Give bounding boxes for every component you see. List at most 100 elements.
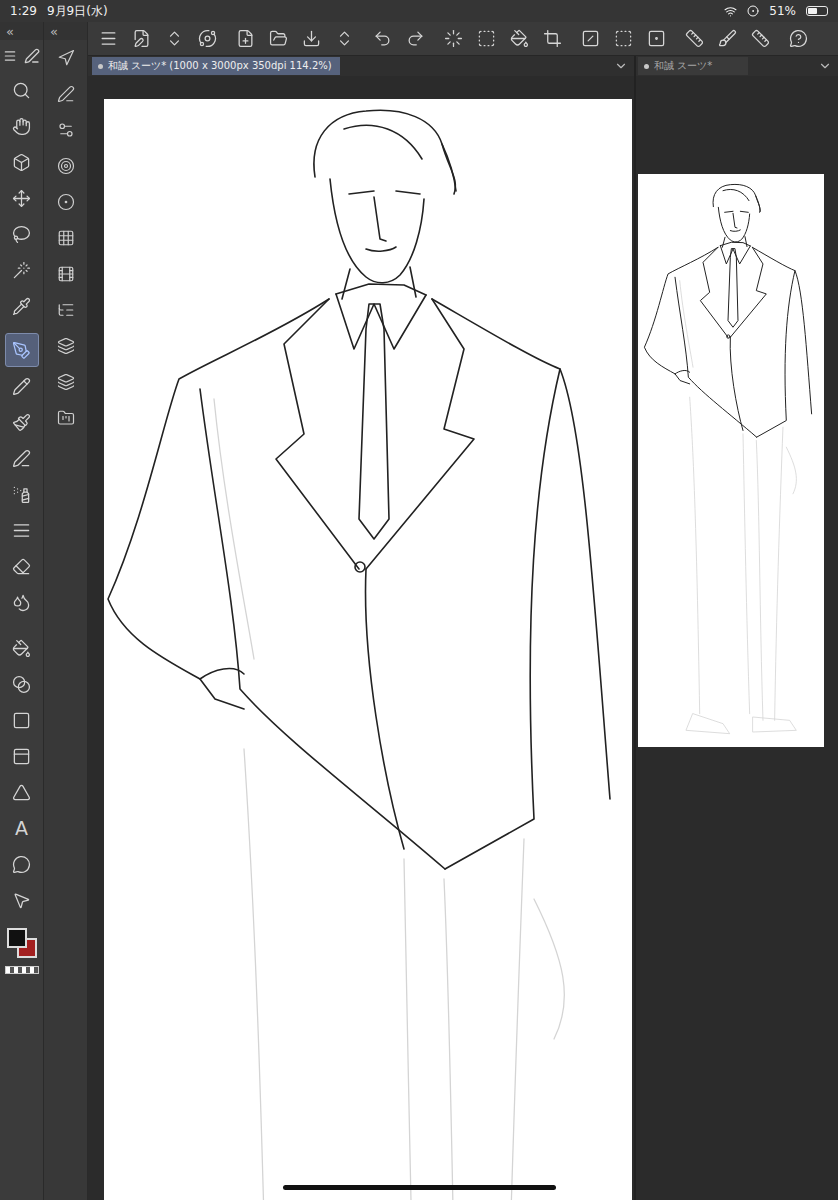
tool-button[interactable] bbox=[5, 667, 39, 701]
lasso-icon bbox=[12, 225, 31, 244]
lines-icon bbox=[12, 521, 31, 540]
navigator-tab[interactable]: 和誠 スーツ* bbox=[638, 57, 748, 75]
command-button[interactable] bbox=[195, 27, 219, 51]
open-icon bbox=[269, 29, 288, 48]
tool-group bbox=[0, 332, 43, 620]
command-group bbox=[233, 27, 356, 51]
color-set-icon bbox=[57, 229, 75, 247]
command-button[interactable] bbox=[715, 27, 739, 51]
canvas[interactable] bbox=[104, 99, 632, 1200]
frame-icon bbox=[12, 747, 31, 766]
navigator-body bbox=[636, 76, 838, 1200]
tool-button[interactable] bbox=[5, 181, 39, 215]
navigator-pane: 和誠 スーツ* bbox=[634, 56, 838, 1200]
command-button[interactable] bbox=[403, 27, 427, 51]
rail-top-row bbox=[0, 40, 43, 72]
tab-menu-icon[interactable] bbox=[614, 59, 628, 73]
tool-button[interactable] bbox=[5, 441, 39, 475]
main-color-swatch[interactable] bbox=[7, 928, 27, 948]
brush-icon bbox=[12, 413, 31, 432]
tool-button[interactable] bbox=[5, 289, 39, 323]
ruler-icon bbox=[12, 783, 31, 802]
tool-button[interactable] bbox=[5, 369, 39, 403]
command-button[interactable] bbox=[507, 27, 531, 51]
command-button[interactable] bbox=[474, 27, 498, 51]
command-button[interactable] bbox=[540, 27, 564, 51]
command-group bbox=[786, 27, 810, 51]
panel-button[interactable] bbox=[49, 220, 83, 256]
panel-button[interactable] bbox=[49, 148, 83, 184]
panel-button[interactable] bbox=[49, 112, 83, 148]
command-button[interactable] bbox=[332, 27, 356, 51]
app-screen: 1:299月9日(水)51%«A«和誠 スーツ* (1000 x 3000px … bbox=[0, 0, 838, 1200]
tool-button[interactable] bbox=[5, 883, 39, 917]
command-button[interactable] bbox=[129, 27, 153, 51]
command-button[interactable] bbox=[162, 27, 186, 51]
battery-percent: 51% bbox=[769, 4, 796, 18]
tool-button[interactable] bbox=[5, 549, 39, 583]
panel-button[interactable] bbox=[49, 292, 83, 328]
canvas-drawing[interactable] bbox=[104, 99, 632, 1200]
edit-icon[interactable] bbox=[24, 48, 40, 64]
tool-button[interactable] bbox=[5, 73, 39, 107]
rail-collapse-button[interactable]: « bbox=[0, 22, 43, 40]
tool-button[interactable] bbox=[5, 333, 39, 367]
command-button[interactable] bbox=[96, 27, 120, 51]
move-icon bbox=[12, 189, 31, 208]
tool-button[interactable] bbox=[5, 631, 39, 665]
wifi-icon bbox=[724, 5, 737, 18]
tool-button[interactable] bbox=[5, 775, 39, 809]
panel-button[interactable] bbox=[49, 256, 83, 292]
command-button[interactable] bbox=[266, 27, 290, 51]
invert-icon bbox=[614, 29, 633, 48]
menu-icon[interactable] bbox=[3, 49, 17, 63]
preview-drawing[interactable] bbox=[638, 174, 824, 747]
panel-button[interactable] bbox=[49, 40, 83, 76]
workspace: 和誠 スーツ* (1000 x 3000px 350dpi 114.2%) 和誠 … bbox=[88, 56, 838, 1200]
command-button[interactable] bbox=[441, 27, 465, 51]
balloon-icon bbox=[12, 855, 31, 874]
color-circle-icon bbox=[57, 193, 75, 211]
command-button[interactable] bbox=[299, 27, 323, 51]
eyedropper-icon bbox=[12, 297, 31, 316]
document-tab[interactable]: 和誠 スーツ* (1000 x 3000px 350dpi 114.2%) bbox=[92, 57, 340, 75]
status-right: 51% bbox=[724, 4, 828, 18]
transparent-color-swatch[interactable] bbox=[5, 966, 39, 974]
command-button[interactable] bbox=[748, 27, 772, 51]
panel-button[interactable] bbox=[49, 364, 83, 400]
command-button[interactable] bbox=[370, 27, 394, 51]
zoom-icon bbox=[12, 81, 31, 100]
tool-button[interactable] bbox=[5, 253, 39, 287]
tool-property-icon bbox=[57, 85, 75, 103]
tool-button[interactable] bbox=[5, 585, 39, 619]
command-button[interactable] bbox=[611, 27, 635, 51]
command-button[interactable] bbox=[682, 27, 706, 51]
home-indicator bbox=[283, 1185, 556, 1190]
status-time: 1:29 bbox=[10, 4, 37, 18]
command-button[interactable] bbox=[644, 27, 668, 51]
tool-button[interactable] bbox=[5, 847, 39, 881]
navigator-menu-icon[interactable] bbox=[818, 59, 832, 73]
sub-rail-collapse-button[interactable]: « bbox=[44, 22, 87, 40]
airbrush-icon bbox=[12, 449, 31, 468]
panel-button[interactable] bbox=[49, 184, 83, 220]
panel-button[interactable] bbox=[49, 76, 83, 112]
command-group bbox=[441, 27, 564, 51]
tool-button[interactable]: A bbox=[5, 811, 39, 845]
command-button[interactable] bbox=[233, 27, 257, 51]
tool-button[interactable] bbox=[5, 739, 39, 773]
tool-button[interactable] bbox=[5, 477, 39, 511]
panel-button[interactable] bbox=[49, 400, 83, 436]
command-button[interactable] bbox=[786, 27, 810, 51]
tool-button[interactable] bbox=[5, 513, 39, 547]
deselect-icon bbox=[581, 29, 600, 48]
tool-button[interactable] bbox=[5, 145, 39, 179]
navigator-preview[interactable] bbox=[638, 174, 824, 747]
tool-button[interactable] bbox=[5, 405, 39, 439]
command-group bbox=[578, 27, 668, 51]
tool-button[interactable] bbox=[5, 217, 39, 251]
tool-button[interactable] bbox=[5, 703, 39, 737]
tool-button[interactable] bbox=[5, 109, 39, 143]
panel-button[interactable] bbox=[49, 328, 83, 364]
command-button[interactable] bbox=[578, 27, 602, 51]
